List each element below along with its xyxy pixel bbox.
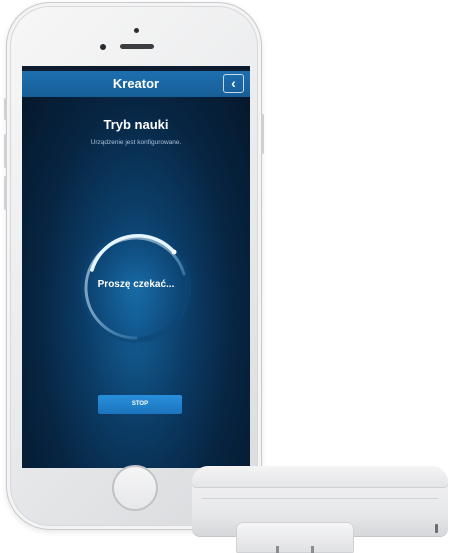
- product-illustration: Kreator ‹ Tryb nauki Urządzenie jest kon…: [0, 0, 454, 553]
- proximity-sensor: [134, 28, 139, 33]
- mode-subtitle: Urządzenie jest konfigurowane.: [90, 139, 182, 146]
- progress-ring: Proszę czekać...: [62, 214, 210, 362]
- wait-status-text: Proszę czekać...: [97, 279, 175, 290]
- front-camera: [100, 44, 106, 50]
- header-title: Kreator: [112, 76, 160, 91]
- app-screen: Kreator ‹ Tryb nauki Urządzenie jest kon…: [22, 66, 250, 468]
- mute-switch: [4, 98, 7, 120]
- magnet-mark-left: [276, 546, 279, 553]
- stop-button[interactable]: STOP: [98, 395, 182, 414]
- smartphone: Kreator ‹ Tryb nauki Urządzenie jest kon…: [4, 2, 264, 530]
- power-button: [261, 114, 264, 154]
- earpiece-speaker: [120, 44, 154, 49]
- chevron-left-icon: ‹: [231, 75, 236, 91]
- navigation-header: Kreator ‹: [22, 71, 250, 97]
- back-button[interactable]: ‹: [223, 74, 244, 93]
- home-button[interactable]: [112, 465, 158, 511]
- sensor-magnet: [236, 522, 354, 553]
- sensor-top-cover: [192, 466, 448, 488]
- ring-arc-head: [171, 249, 177, 255]
- magnet-mark-right: [311, 546, 314, 553]
- volume-up-button: [4, 134, 7, 168]
- door-window-sensor: [192, 466, 454, 553]
- volume-down-button: [4, 176, 7, 210]
- mode-title: Tryb nauki: [103, 117, 169, 132]
- sensor-indicator-mark: [435, 524, 438, 533]
- sensor-ridge: [202, 498, 438, 499]
